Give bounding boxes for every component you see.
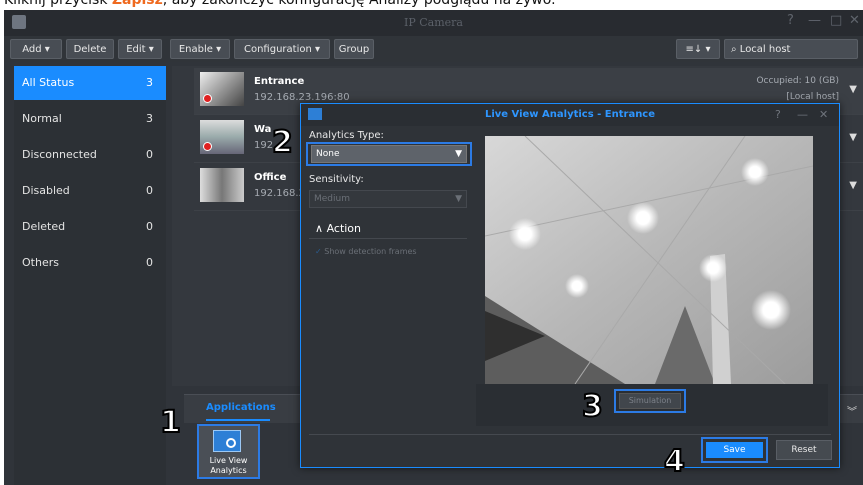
checkmark-icon: ✓: [315, 247, 322, 256]
save-button[interactable]: Save: [706, 442, 763, 458]
chevron-down-icon[interactable]: ▼: [849, 132, 857, 143]
step-marker-3: 3: [581, 389, 604, 424]
simulation-button[interactable]: Simulation: [619, 393, 681, 409]
step-marker-4: 4: [663, 444, 686, 479]
camera-name: Office: [254, 172, 287, 183]
section-divider: [309, 238, 467, 239]
camera-preview: [485, 136, 813, 384]
camera-thumbnail: [200, 168, 244, 202]
step-marker-2: 2: [271, 125, 294, 160]
simulation-panel: Simulation: [476, 384, 828, 426]
camera-name: Entrance: [254, 76, 305, 87]
live-view-analytics-app-tile[interactable]: Live View Analytics: [197, 424, 260, 479]
sidebar-item-normal[interactable]: Normal 3: [14, 102, 166, 136]
sidebar-item-deleted[interactable]: Deleted 0: [14, 210, 166, 244]
camera-ip: 192.168.23.196:80: [254, 92, 350, 103]
save-highlight: Save: [701, 437, 768, 463]
enable-button[interactable]: Enable ▾: [170, 39, 230, 59]
collapse-icon[interactable]: ︾: [847, 403, 857, 418]
close-icon[interactable]: ✕: [849, 13, 860, 28]
reset-button[interactable]: Reset: [776, 440, 832, 460]
configuration-button[interactable]: Configuration ▾: [234, 39, 330, 59]
camera-name: Wa: [254, 124, 272, 135]
action-section-toggle[interactable]: ∧ Action: [315, 222, 361, 235]
toolbar: Add ▾ Delete Edit ▾ Enable ▾ Configurati…: [4, 36, 863, 62]
simulation-highlight: Simulation: [614, 389, 686, 413]
chevron-down-icon[interactable]: ▼: [849, 180, 857, 191]
status-sidebar: All Status 3 Normal 3 Disconnected 0 Disabl…: [14, 66, 166, 485]
camera-ip: 192.168.2: [254, 188, 305, 199]
analytics-type-label: Analytics Type:: [309, 130, 384, 141]
camera-ip: 192: [254, 140, 274, 151]
edit-button[interactable]: Edit ▾: [118, 39, 162, 59]
live-view-analytics-dialog: Live View Analytics - Entrance ? — ✕ Ana…: [300, 103, 840, 468]
sidebar-item-others[interactable]: Others 0: [14, 246, 166, 280]
live-view-analytics-icon: [213, 430, 241, 452]
instruction-caption: Kliknij przycisk Zapisz, aby zakończyć k…: [0, 0, 863, 9]
group-button[interactable]: Group: [334, 39, 374, 59]
host-label: [Local host]: [786, 92, 839, 102]
window-titlebar: IP Camera ? — □ ✕: [4, 10, 863, 36]
tab-applications[interactable]: Applications: [206, 402, 276, 413]
camera-thumbnail: [200, 72, 244, 106]
add-button[interactable]: Add ▾: [10, 39, 62, 59]
step-marker-1: 1: [159, 405, 182, 440]
window-title: IP Camera: [404, 16, 463, 29]
sidebar-item-disabled[interactable]: Disabled 0: [14, 174, 166, 208]
help-icon[interactable]: ?: [775, 108, 781, 121]
maximize-icon[interactable]: □: [830, 13, 842, 28]
analytics-type-select[interactable]: None ▼: [311, 145, 467, 163]
dialog-title: Live View Analytics - Entrance: [484, 109, 656, 120]
sensitivity-label: Sensitivity:: [309, 174, 364, 185]
search-icon: ⌕: [731, 44, 737, 55]
app-tile-label: Live View Analytics: [209, 456, 248, 475]
caption-keyword: Zapisz: [111, 0, 163, 8]
minimize-icon[interactable]: —: [808, 13, 821, 28]
search-input[interactable]: ⌕ Local host: [724, 39, 858, 59]
camera-thumbnail: [200, 120, 244, 154]
sensitivity-select[interactable]: Medium ▼: [309, 190, 467, 208]
sort-button[interactable]: ≡↓ ▾: [676, 39, 720, 59]
show-detection-frames-checkbox[interactable]: ✓ Show detection frames: [315, 247, 417, 256]
sidebar-item-disconnected[interactable]: Disconnected 0: [14, 138, 166, 172]
footer-divider: [309, 434, 831, 435]
dialog-titlebar: Live View Analytics - Entrance ? — ✕: [301, 104, 839, 126]
dropdown-arrow-icon: ▼: [455, 194, 462, 204]
occupied-space: Occupied: 10 (GB): [756, 76, 839, 86]
help-icon[interactable]: ?: [787, 13, 794, 28]
chevron-up-icon: ∧: [315, 222, 324, 235]
delete-button[interactable]: Delete: [66, 39, 114, 59]
dropdown-arrow-icon: ▼: [455, 149, 462, 159]
sidebar-item-all-status[interactable]: All Status 3: [14, 66, 166, 100]
analytics-type-highlight: None ▼: [306, 142, 472, 166]
recording-icon: [203, 142, 212, 151]
active-tab-indicator: [206, 419, 270, 421]
chevron-down-icon[interactable]: ▼: [849, 84, 857, 95]
recording-icon: [203, 94, 212, 103]
close-icon[interactable]: ✕: [819, 108, 828, 121]
minimize-icon[interactable]: —: [797, 108, 808, 121]
